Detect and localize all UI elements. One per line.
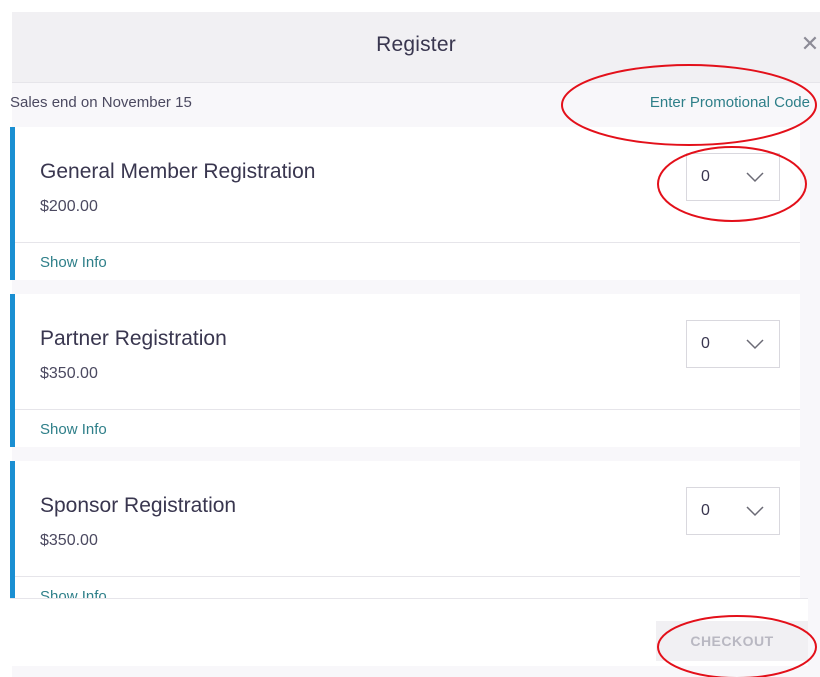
- modal-title: Register: [376, 33, 456, 56]
- modal-header: Register ✕: [12, 12, 820, 83]
- sales-end-text: Sales end on November 15: [10, 94, 192, 111]
- show-info-link[interactable]: Show Info: [40, 588, 107, 598]
- show-info-link[interactable]: Show Info: [40, 254, 107, 271]
- chevron-down-icon: [746, 172, 764, 183]
- ticket-list[interactable]: General Member Registration $200.00 0 Sh…: [10, 127, 800, 598]
- ticket-item-partner: Partner Registration $350.00 0 Show Info: [10, 294, 800, 447]
- quantity-value: 0: [701, 168, 710, 185]
- show-info-link[interactable]: Show Info: [40, 421, 107, 438]
- divider: [15, 242, 800, 243]
- enter-promo-code-link[interactable]: Enter Promotional Code: [650, 94, 810, 111]
- ticket-price: $200.00: [40, 198, 98, 215]
- ticket-name: Sponsor Registration: [40, 494, 237, 517]
- quantity-select[interactable]: 0: [686, 487, 780, 535]
- quantity-select[interactable]: 0: [686, 153, 780, 201]
- divider: [15, 409, 800, 410]
- ticket-item-sponsor: Sponsor Registration $350.00 0 Show Info: [10, 461, 800, 598]
- ticket-name: General Member Registration: [40, 160, 316, 183]
- ticket-price: $350.00: [40, 365, 98, 382]
- divider: [15, 576, 800, 577]
- quantity-value: 0: [701, 335, 710, 352]
- chevron-down-icon: [746, 339, 764, 350]
- checkout-button[interactable]: CHECKOUT: [656, 621, 808, 661]
- ticket-name: Partner Registration: [40, 327, 227, 350]
- close-icon[interactable]: ✕: [800, 33, 820, 55]
- chevron-down-icon: [746, 506, 764, 517]
- ticket-price: $350.00: [40, 532, 98, 549]
- quantity-value: 0: [701, 502, 710, 519]
- ticket-item-general-member: General Member Registration $200.00 0 Sh…: [10, 127, 800, 280]
- quantity-select[interactable]: 0: [686, 320, 780, 368]
- modal-footer: CHECKOUT: [10, 598, 808, 666]
